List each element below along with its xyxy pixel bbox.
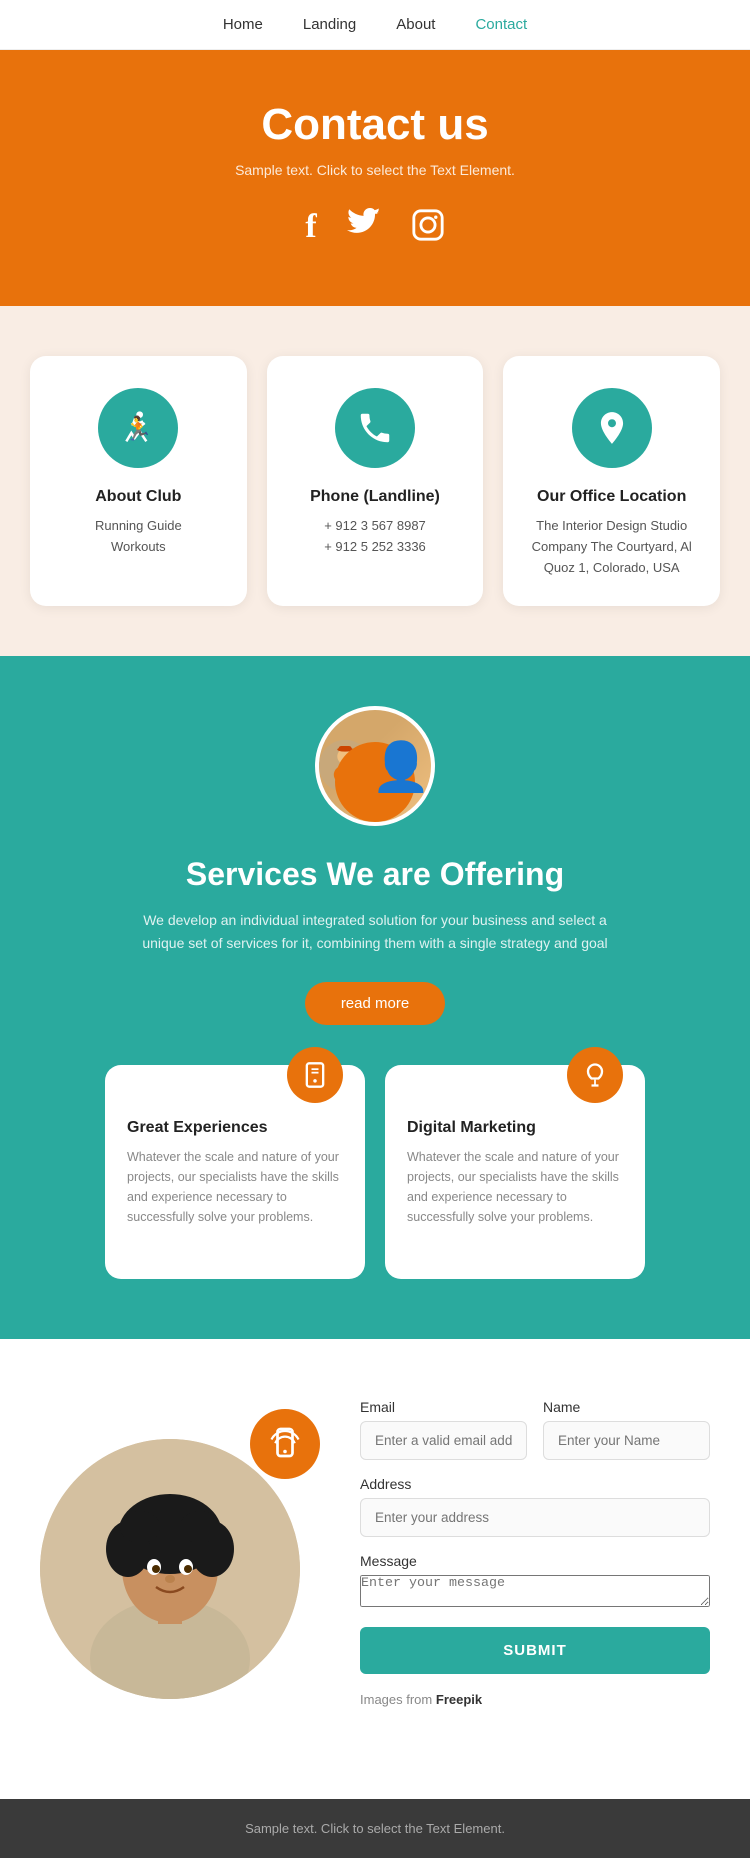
twitter-icon[interactable] bbox=[347, 208, 381, 251]
phone-number2: + 912 5 252 3336 bbox=[287, 537, 464, 558]
cards-row: 🏃 About Club Running Guide Workouts Phon… bbox=[30, 356, 720, 606]
phone-number1: + 912 3 567 8987 bbox=[287, 516, 464, 537]
message-textarea[interactable] bbox=[360, 1575, 710, 1607]
phone-card: Phone (Landline) + 912 3 567 8987 + 912 … bbox=[267, 356, 484, 606]
message-field-group: Message bbox=[360, 1553, 710, 1607]
digital-marketing-desc: Whatever the scale and nature of your pr… bbox=[407, 1147, 623, 1227]
hero-subtitle: Sample text. Click to select the Text El… bbox=[20, 162, 730, 178]
social-icons-row: f bbox=[20, 208, 730, 251]
great-experiences-desc: Whatever the scale and nature of your pr… bbox=[127, 1147, 343, 1227]
services-description: We develop an individual integrated solu… bbox=[125, 909, 625, 954]
read-more-button[interactable]: read more bbox=[305, 982, 445, 1025]
hero-section: Contact us Sample text. Click to select … bbox=[0, 50, 750, 306]
run-icon: 🏃 bbox=[98, 388, 178, 468]
about-club-line1: Running Guide bbox=[50, 516, 227, 537]
contact-form-section: Email Name Address Message SUBMIT Images… bbox=[0, 1339, 750, 1799]
phone-badge-icon bbox=[250, 1409, 320, 1479]
svg-text:🏃: 🏃 bbox=[124, 414, 153, 441]
nav-about[interactable]: About bbox=[396, 16, 435, 33]
submit-button[interactable]: SUBMIT bbox=[360, 1627, 710, 1674]
about-club-title: About Club bbox=[50, 488, 227, 506]
phone-icon bbox=[335, 388, 415, 468]
email-label: Email bbox=[360, 1399, 527, 1415]
location-title: Our Office Location bbox=[523, 488, 700, 506]
service-cards-row: Great Experiences Whatever the scale and… bbox=[40, 1065, 710, 1279]
name-field-group: Name bbox=[543, 1399, 710, 1460]
nav-contact[interactable]: Contact bbox=[475, 16, 527, 33]
name-input[interactable] bbox=[543, 1421, 710, 1460]
address-input[interactable] bbox=[360, 1498, 710, 1537]
footer-text: Sample text. Click to select the Text El… bbox=[20, 1821, 730, 1836]
name-label: Name bbox=[543, 1399, 710, 1415]
location-icon bbox=[572, 388, 652, 468]
contact-form: Email Name Address Message SUBMIT Images… bbox=[360, 1399, 710, 1707]
digital-marketing-card: Digital Marketing Whatever the scale and… bbox=[385, 1065, 645, 1279]
address-label: Address bbox=[360, 1476, 710, 1492]
message-label: Message bbox=[360, 1553, 710, 1569]
footer: Sample text. Click to select the Text El… bbox=[0, 1799, 750, 1858]
instagram-icon[interactable] bbox=[411, 208, 445, 251]
location-address: The Interior Design Studio Company The C… bbox=[523, 516, 700, 578]
address-field-group: Address bbox=[360, 1476, 710, 1537]
digital-marketing-title: Digital Marketing bbox=[407, 1119, 623, 1137]
great-experiences-card: Great Experiences Whatever the scale and… bbox=[105, 1065, 365, 1279]
info-cards-section: 🏃 About Club Running Guide Workouts Phon… bbox=[0, 306, 750, 656]
image-credit: Images from Freepik bbox=[360, 1692, 710, 1707]
facebook-icon[interactable]: f bbox=[305, 208, 316, 251]
email-name-row: Email Name bbox=[360, 1399, 710, 1460]
mobile-icon bbox=[287, 1047, 343, 1103]
person-avatar bbox=[315, 706, 435, 826]
hero-title: Contact us bbox=[20, 100, 730, 150]
nav-home[interactable]: Home bbox=[223, 16, 263, 33]
nav-landing[interactable]: Landing bbox=[303, 16, 356, 33]
navigation: Home Landing About Contact bbox=[0, 0, 750, 50]
phone-title: Phone (Landline) bbox=[287, 488, 464, 506]
about-club-card: 🏃 About Club Running Guide Workouts bbox=[30, 356, 247, 606]
bulb-icon bbox=[567, 1047, 623, 1103]
contact-left-visual bbox=[40, 1399, 320, 1759]
email-field-group: Email bbox=[360, 1399, 527, 1460]
email-input[interactable] bbox=[360, 1421, 527, 1460]
location-card: Our Office Location The Interior Design … bbox=[503, 356, 720, 606]
about-club-line2: Workouts bbox=[50, 537, 227, 558]
services-section: Services We are Offering We develop an i… bbox=[0, 656, 750, 1339]
services-title: Services We are Offering bbox=[40, 856, 710, 893]
great-experiences-title: Great Experiences bbox=[127, 1119, 343, 1137]
